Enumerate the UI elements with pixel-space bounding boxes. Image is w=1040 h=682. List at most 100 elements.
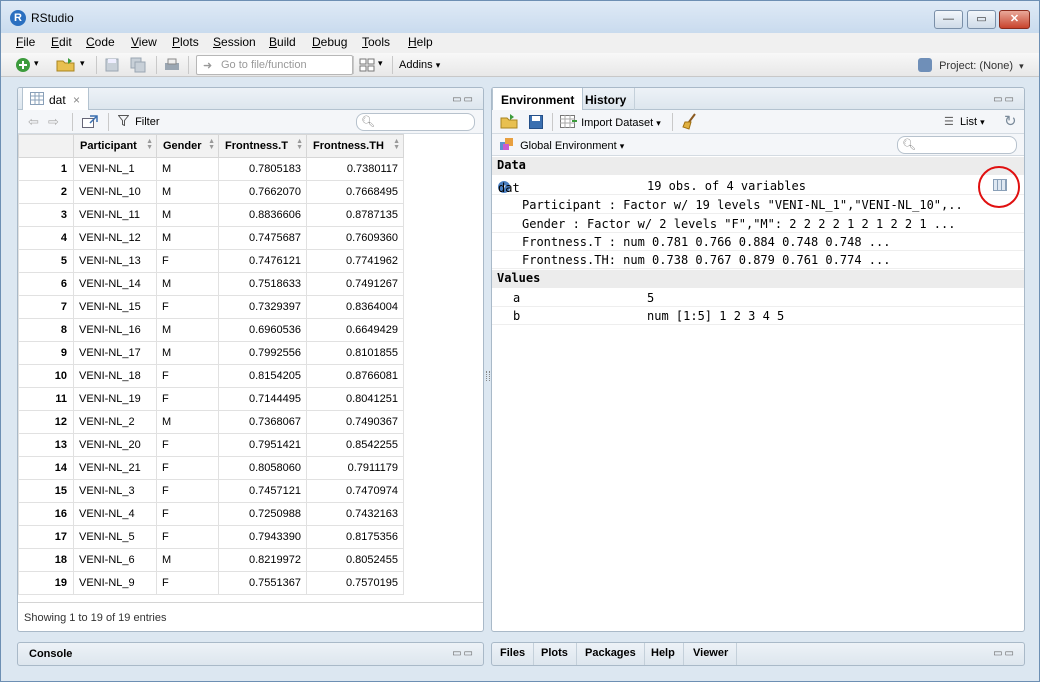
tab-history[interactable]: History: [577, 88, 636, 110]
value-name: b: [513, 309, 521, 323]
pane-minmax-icon[interactable]: ▭▭: [993, 94, 1016, 105]
env-value-b[interactable]: b num [1:5] 1 2 3 4 5: [492, 307, 1024, 325]
menu-bar: File Edit Code View Plots Session Build …: [1, 33, 1039, 53]
open-folder-icon[interactable]: [56, 57, 76, 73]
menu-view[interactable]: View: [131, 35, 157, 49]
gender-cell: F: [156, 525, 219, 549]
gender-cell: F: [156, 502, 219, 526]
import-dataset-menu[interactable]: Import Dataset ▾: [560, 115, 661, 129]
addins-menu[interactable]: Addins ▾: [399, 59, 440, 71]
addins-dropdown-icon: ▾: [435, 60, 441, 70]
refresh-icon[interactable]: ↻: [1004, 112, 1017, 130]
frontness-th-cell: 0.7609360: [306, 226, 404, 250]
environment-search-input[interactable]: 🔍︎: [897, 136, 1017, 154]
menu-tools[interactable]: Tools: [362, 35, 390, 49]
tab-packages[interactable]: Packages: [577, 643, 645, 665]
menu-help[interactable]: Help: [408, 35, 433, 49]
column-header-frontness-t[interactable]: Frontness.T ▲ ▼: [218, 134, 307, 158]
menu-file[interactable]: File: [16, 35, 35, 49]
rownum-header: [18, 134, 74, 158]
tab-dat[interactable]: dat ×: [22, 88, 90, 111]
new-file-dropdown-icon[interactable]: ▾: [34, 58, 39, 69]
column-header-gender[interactable]: Gender ▲ ▼: [156, 134, 219, 158]
frontness-th-cell: 0.8787135: [306, 203, 404, 227]
gender-cell: F: [156, 295, 219, 319]
row-number-cell: 8: [18, 318, 74, 342]
gender-cell: F: [156, 571, 219, 595]
env-value-a[interactable]: a 5: [492, 289, 1024, 307]
sort-icon: ▲ ▼: [296, 138, 303, 151]
import-dropdown-icon: ▾: [656, 118, 661, 128]
save-all-icon[interactable]: [130, 57, 146, 73]
open-dropdown-icon[interactable]: ▾: [80, 58, 85, 69]
forward-arrow-icon[interactable]: ⇨: [48, 114, 59, 130]
env-object-dat[interactable]: ▾ dat 19 obs. of 4 variables: [492, 177, 1024, 195]
tab-environment[interactable]: Environment: [492, 88, 584, 111]
pane-minmax-icon[interactable]: ▭▭: [452, 94, 475, 105]
workspace-panes-icon[interactable]: [359, 57, 375, 73]
frontness-t-cell: 0.7250988: [218, 502, 307, 526]
table-row: 9 VENI-NL_17 M 0.7992556 0.8101855: [18, 341, 404, 365]
participant-cell: VENI-NL_15: [73, 295, 157, 319]
sort-icon: ▲ ▼: [146, 138, 153, 151]
save-icon[interactable]: [104, 57, 120, 73]
global-environment-menu[interactable]: Global Environment ▾: [500, 138, 624, 152]
workspace-panes-dropdown-icon[interactable]: ▾: [378, 58, 383, 69]
pane-splitter-handle[interactable]: [486, 371, 490, 381]
console-pane-collapsed[interactable]: Console ▭▭: [17, 642, 484, 666]
clear-broom-icon[interactable]: [682, 113, 698, 130]
frontness-t-cell: 0.7518633: [218, 272, 307, 296]
pane-minmax-icon[interactable]: ▭▭: [993, 648, 1016, 659]
go-to-file-input[interactable]: ➜ Go to file/function: [196, 55, 353, 75]
participant-cell: VENI-NL_17: [73, 341, 157, 365]
back-arrow-icon[interactable]: ⇦: [28, 114, 39, 130]
frontness-t-cell: 0.8154205: [218, 364, 307, 388]
table-row: 1 VENI-NL_1 M 0.7805183 0.7380117: [18, 157, 404, 181]
pane-minmax-icon[interactable]: ▭▭: [452, 648, 475, 659]
print-icon[interactable]: [164, 57, 180, 73]
table-row: 10 VENI-NL_18 F 0.8154205 0.8766081: [18, 364, 404, 388]
tab-files[interactable]: Files: [492, 643, 535, 665]
frontness-t-cell: 0.7368067: [218, 410, 307, 434]
gender-cell: M: [156, 318, 219, 342]
participant-cell: VENI-NL_4: [73, 502, 157, 526]
new-file-icon[interactable]: [15, 57, 31, 73]
frontness-t-cell: 0.6960536: [218, 318, 307, 342]
row-number-cell: 13: [18, 433, 74, 457]
save-workspace-icon[interactable]: [529, 115, 543, 129]
frontness-t-cell: 0.7476121: [218, 249, 307, 273]
menu-debug[interactable]: Debug: [312, 35, 347, 49]
load-workspace-icon[interactable]: [500, 114, 518, 129]
data-section-header: Data: [492, 157, 1024, 175]
highlight-annotation-circle: [978, 166, 1020, 208]
column-header-frontness-th[interactable]: Frontness.TH ▲ ▼: [306, 134, 404, 158]
menu-session[interactable]: Session: [213, 35, 256, 49]
tab-help[interactable]: Help: [643, 643, 684, 665]
close-button[interactable]: ✕: [999, 10, 1030, 29]
frontness-th-cell: 0.8041251: [306, 387, 404, 411]
menu-edit[interactable]: Edit: [51, 35, 72, 49]
minimize-button[interactable]: —: [934, 10, 963, 29]
popout-window-icon[interactable]: [82, 115, 98, 129]
gender-cell: F: [156, 364, 219, 388]
values-section-header: Values: [492, 270, 1024, 288]
frontness-th-cell: 0.7668495: [306, 180, 404, 204]
frontness-th-cell: 0.8175356: [306, 525, 404, 549]
toolbar-separator: [672, 113, 673, 131]
list-view-menu[interactable]: ☰ List ▾: [944, 115, 985, 128]
tab-viewer[interactable]: Viewer: [685, 643, 738, 665]
column-header-participant[interactable]: Participant ▲ ▼: [73, 134, 157, 158]
data-search-input[interactable]: 🔍︎: [356, 113, 475, 131]
maximize-button[interactable]: ▭: [967, 10, 996, 29]
gender-cell: F: [156, 387, 219, 411]
menu-code[interactable]: Code: [86, 35, 115, 49]
menu-plots[interactable]: Plots: [172, 35, 199, 49]
row-number-cell: 4: [18, 226, 74, 250]
tab-plots[interactable]: Plots: [533, 643, 577, 665]
project-menu[interactable]: Project: (None) ▾: [918, 58, 1024, 72]
menu-build[interactable]: Build: [269, 35, 296, 49]
filter-button[interactable]: Filter: [117, 115, 160, 128]
window-title: RStudio: [31, 11, 74, 25]
tab-close-icon[interactable]: ×: [73, 93, 80, 107]
frontness-t-cell: 0.7951421: [218, 433, 307, 457]
